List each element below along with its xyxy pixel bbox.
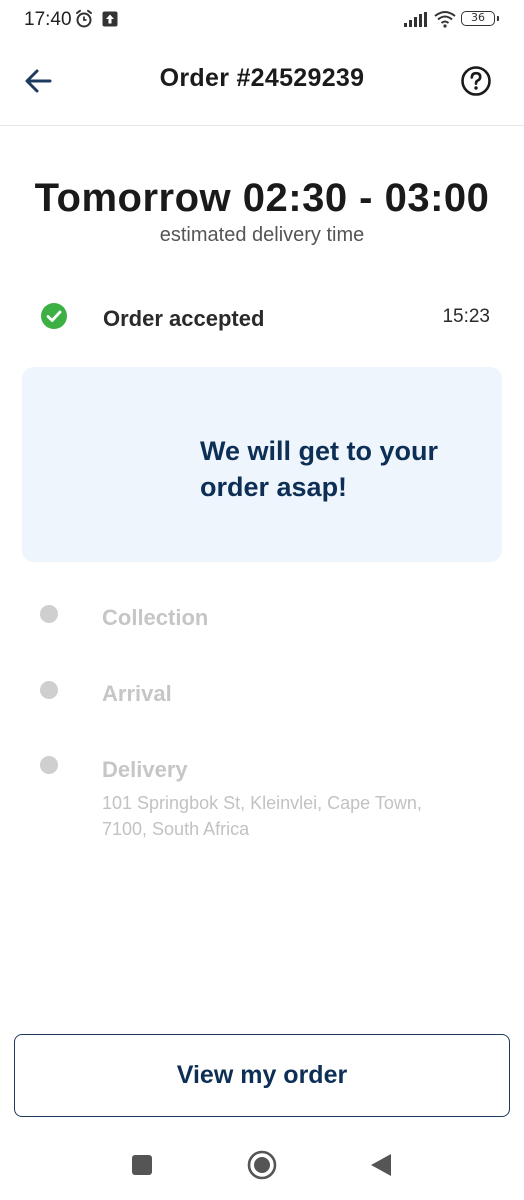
app-header: Order #24529239 [0, 40, 524, 126]
info-card: We will get to your order asap! [22, 367, 502, 562]
help-button[interactable] [460, 65, 492, 97]
battery-icon: 36 [461, 11, 499, 26]
eta-time-range: Tomorrow 02:30 - 03:00 [34, 176, 490, 220]
eta-subtitle: estimated delivery time [159, 224, 365, 246]
signal-icon [404, 12, 428, 33]
info-message: We will get to your order asap! [200, 436, 439, 502]
help-circle-icon [461, 66, 491, 96]
pending-dot-icon [40, 756, 58, 774]
pending-dot-icon [40, 605, 58, 623]
step-label: Delivery [102, 757, 188, 782]
step-time: 15:23 [442, 306, 490, 327]
check-circle-icon [41, 303, 67, 329]
home-circle-icon[interactable] [246, 1149, 278, 1181]
delivery-address: 101 Springbok St, Kleinvlei, Cape Town, … [102, 793, 422, 839]
back-triangle-icon[interactable] [370, 1153, 392, 1177]
upload-icon [102, 11, 118, 32]
view-order-button[interactable]: View my order [14, 1034, 510, 1117]
status-bar: 17:40 36 [0, 0, 524, 40]
timeline-step-accepted: Order accepted 15:23 [0, 300, 524, 340]
pending-dot-icon [40, 681, 58, 699]
recents-square-icon[interactable] [132, 1155, 152, 1175]
step-label: Order accepted [103, 306, 265, 331]
wifi-icon [433, 10, 457, 33]
alarm-icon [74, 9, 94, 34]
status-time: 17:40 [24, 9, 72, 30]
step-label: Collection [102, 605, 209, 630]
page-title: Order #24529239 [159, 64, 365, 92]
step-label: Arrival [102, 681, 172, 706]
